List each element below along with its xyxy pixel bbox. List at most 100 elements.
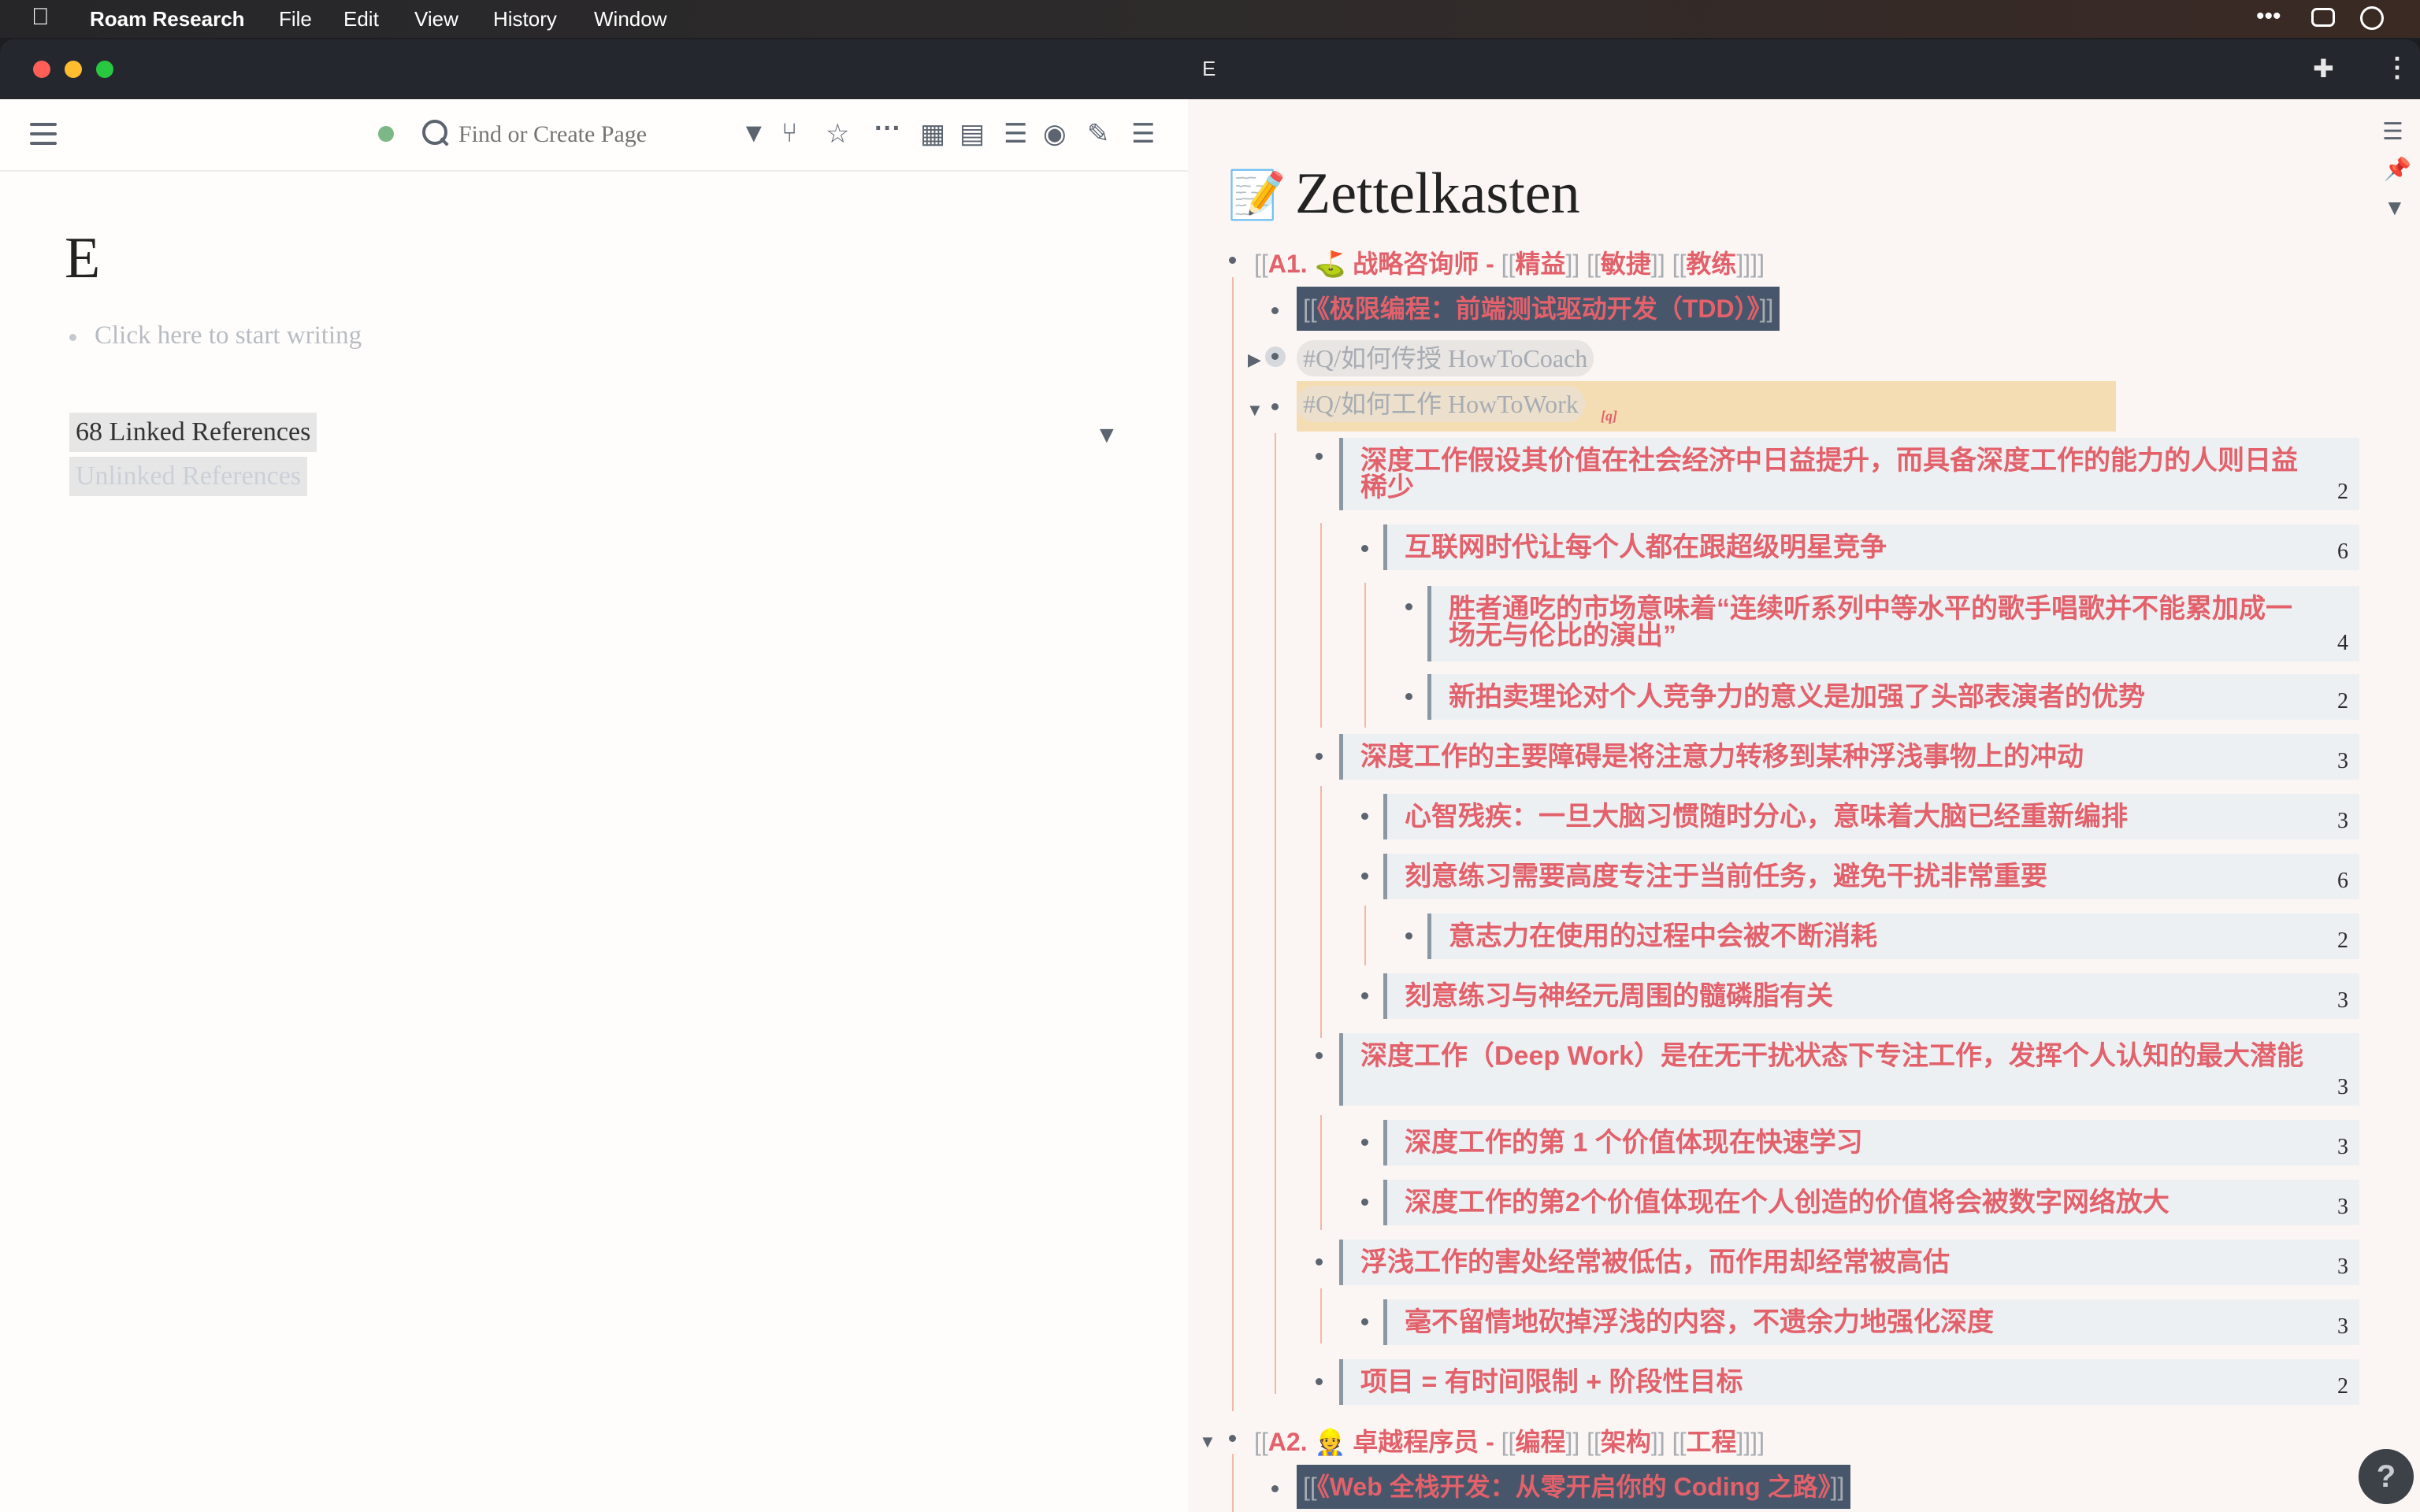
menu-window[interactable]: Window — [594, 7, 666, 32]
block-bullet[interactable] — [1316, 1258, 1323, 1266]
block-row[interactable]: 深度工作的第2个价值体现在个人创造的价值将会被数字网络放大 3 — [1383, 1180, 2359, 1225]
collapse-arrow-icon[interactable]: ▼ — [1199, 1432, 1216, 1452]
more-icon[interactable]: ··· — [874, 113, 901, 144]
block-row[interactable]: 毫不留情地砍掉浮浅的内容，不遗余力地强化深度 3 — [1383, 1299, 2359, 1345]
book-link-a1[interactable]: [[《极限编程：前端测试驱动开发（TDD）》]] — [1297, 287, 1780, 331]
block-row[interactable]: 刻意练习与神经元周围的髓磷脂有关 3 — [1383, 973, 2359, 1019]
help-button[interactable]: ? — [2359, 1449, 2414, 1504]
block-bullet[interactable] — [1316, 1052, 1323, 1059]
close-window-button[interactable] — [33, 61, 50, 78]
menu-edit[interactable]: Edit — [343, 7, 379, 32]
block-bullet[interactable] — [1361, 1318, 1368, 1325]
page-link-a1[interactable]: A1. ⛳ 战略咨询师 — [1268, 250, 1479, 278]
ref-count[interactable]: 3 — [2337, 747, 2348, 776]
page-title[interactable]: E — [65, 225, 100, 292]
page-link-tag[interactable]: 敏捷 — [1601, 250, 1651, 278]
references-filter-icon[interactable]: ▼ — [1095, 422, 1119, 449]
unlinked-references-header[interactable]: Unlinked References — [69, 457, 308, 496]
block-row[interactable]: 项目 = 有时间限制 + 阶段性目标 2 — [1339, 1359, 2359, 1405]
ref-count[interactable]: 3 — [2337, 1192, 2348, 1222]
block-row[interactable]: 深度工作的第 1 个价值体现在快速学习 3 — [1383, 1120, 2359, 1166]
eye-icon[interactable]: ◉ — [1043, 118, 1067, 150]
block-a1[interactable]: [[A1. ⛳ 战略咨询师 - [[精益]] [[敏捷]] [[教练]]]] — [1254, 244, 1765, 280]
block-row[interactable]: 深度工作（Deep Work）是在无干扰状态下专注工作，发挥个人认知的最大潜能 … — [1339, 1033, 2359, 1106]
block-bullet[interactable] — [1361, 1139, 1368, 1146]
block-bullet[interactable] — [1316, 1378, 1323, 1385]
clock-icon[interactable] — [2360, 6, 2384, 30]
apple-icon[interactable]:  — [32, 4, 50, 31]
block-row[interactable]: 意志力在使用的过程中会被不断消耗 2 — [1427, 914, 2359, 959]
block-row[interactable]: 深度工作的主要障碍是将注意力转移到某种浮浅事物上的冲动 3 — [1339, 734, 2359, 780]
block-bullet[interactable] — [1405, 932, 1412, 939]
linked-references-header[interactable]: 68 Linked References — [69, 413, 317, 452]
block-bullet[interactable] — [1405, 693, 1412, 700]
ref-count[interactable]: 2 — [2337, 687, 2348, 717]
block-bullet[interactable] — [1229, 257, 1236, 264]
ref-count[interactable]: 2 — [2337, 926, 2348, 956]
ref-count[interactable]: 2 — [2337, 477, 2348, 507]
block-bullet[interactable] — [1271, 1485, 1279, 1492]
block-row[interactable]: 新拍卖理论对个人竞争力的意义是加强了头部表演者的优势 2 — [1427, 674, 2359, 720]
tag-how-to-work[interactable]: #Q/如何工作 HowToWork — [1297, 386, 1585, 422]
menu-history[interactable]: History — [493, 7, 557, 32]
ref-count[interactable]: 3 — [2337, 1073, 2348, 1102]
ref-count[interactable]: 4 — [2337, 628, 2348, 658]
block-row[interactable]: 深度工作假设其价值在社会经济中日益提升，而具备深度工作的能力的人则日益 稀少 2 — [1339, 438, 2359, 510]
menu-view[interactable]: View — [414, 7, 458, 32]
grid-icon[interactable]: ▤ — [959, 118, 985, 150]
page-link-tag[interactable]: 精益 — [1515, 250, 1565, 278]
window-more-icon[interactable]: ⋮ — [2384, 52, 2411, 83]
block-row[interactable]: 心智残疾：一旦大脑习惯随时分心，意味着大脑已经重新编排 3 — [1383, 794, 2359, 839]
maximize-window-button[interactable] — [96, 61, 113, 78]
block-row[interactable]: 胜者通吃的市场意味着“连续听系列中等水平的歌手唱歌并不能累加成一 场无与伦比的演… — [1427, 586, 2359, 662]
control-center-icon[interactable] — [2311, 8, 2335, 27]
block-bullet[interactable] — [1405, 603, 1412, 610]
block-bullet[interactable] — [1316, 453, 1323, 460]
ref-count[interactable]: 3 — [2337, 1132, 2348, 1162]
align-center-icon[interactable]: ☰ — [1131, 118, 1155, 150]
filter-icon[interactable]: ▼ — [740, 118, 767, 149]
ref-count[interactable]: 3 — [2337, 986, 2348, 1016]
block-row[interactable]: 刻意练习需要高度专注于当前任务，避免干扰非常重要 6 — [1383, 854, 2359, 899]
block-bullet[interactable] — [1271, 403, 1279, 410]
sidebar-menu-icon[interactable] — [30, 123, 57, 145]
block-bullet[interactable] — [1361, 992, 1368, 999]
page-link-tag[interactable]: 工程 — [1686, 1428, 1736, 1456]
ref-count[interactable]: 3 — [2337, 806, 2348, 836]
block-a2[interactable]: [[A2. 👷 卓越程序员 - [[编程]] [[架构]] [[工程]]]] — [1254, 1422, 1765, 1458]
page-link-tag[interactable]: 教练 — [1686, 250, 1736, 278]
more-menu-icon[interactable]: ••• — [2256, 3, 2281, 30]
ref-count[interactable]: 2 — [2337, 1372, 2348, 1402]
empty-block-placeholder[interactable]: Click here to start writing — [95, 321, 362, 350]
tag-how-to-coach[interactable]: #Q/如何传授 HowToCoach — [1297, 340, 1594, 376]
sidebar-filter-icon[interactable]: ▼ — [2384, 195, 2406, 220]
collapse-arrow-icon[interactable]: ▼ — [1246, 400, 1264, 421]
block-bullet[interactable] — [1271, 307, 1279, 314]
table-icon[interactable]: ▦ — [920, 118, 945, 150]
block-bullet[interactable] — [1316, 753, 1323, 760]
ref-count[interactable]: 3 — [2337, 1252, 2348, 1282]
ref-count[interactable]: 6 — [2337, 537, 2348, 567]
minimize-window-button[interactable] — [65, 61, 82, 78]
block-row[interactable]: 互联网时代让每个人都在跟超级明星竞争 6 — [1383, 524, 2359, 570]
extensions-icon[interactable]: ✚ — [2313, 54, 2334, 83]
highlighted-block[interactable]: #Q/如何工作 HowToWork [q] — [1297, 381, 2116, 432]
star-icon[interactable]: ☆ — [826, 118, 849, 150]
graph-icon[interactable]: ⑂ — [781, 118, 797, 149]
menu-app-name[interactable]: Roam Research — [90, 7, 245, 32]
menu-file[interactable]: File — [279, 7, 312, 32]
block-bullet[interactable] — [1361, 545, 1368, 552]
page-link-tag[interactable]: 架构 — [1601, 1428, 1651, 1456]
book-link-a2[interactable]: [[《Web 全栈开发：从零开启你的 Coding 之路》]] — [1297, 1465, 1851, 1509]
query-marker[interactable]: [q] — [1601, 408, 1617, 424]
block-bullet[interactable] — [1361, 1199, 1368, 1206]
block-bullet[interactable] — [1361, 813, 1368, 820]
page-link-a2[interactable]: A2. 👷 卓越程序员 — [1268, 1428, 1479, 1456]
page-link-tag[interactable]: 编程 — [1515, 1428, 1565, 1456]
ref-count[interactable]: 3 — [2337, 1312, 2348, 1342]
ref-count[interactable]: 6 — [2337, 866, 2348, 896]
pin-icon[interactable]: 📌 — [2384, 156, 2411, 182]
block-bullet[interactable] — [1229, 1435, 1236, 1442]
align-left-icon[interactable]: ☰ — [1004, 118, 1027, 150]
search-input[interactable] — [457, 117, 696, 153]
